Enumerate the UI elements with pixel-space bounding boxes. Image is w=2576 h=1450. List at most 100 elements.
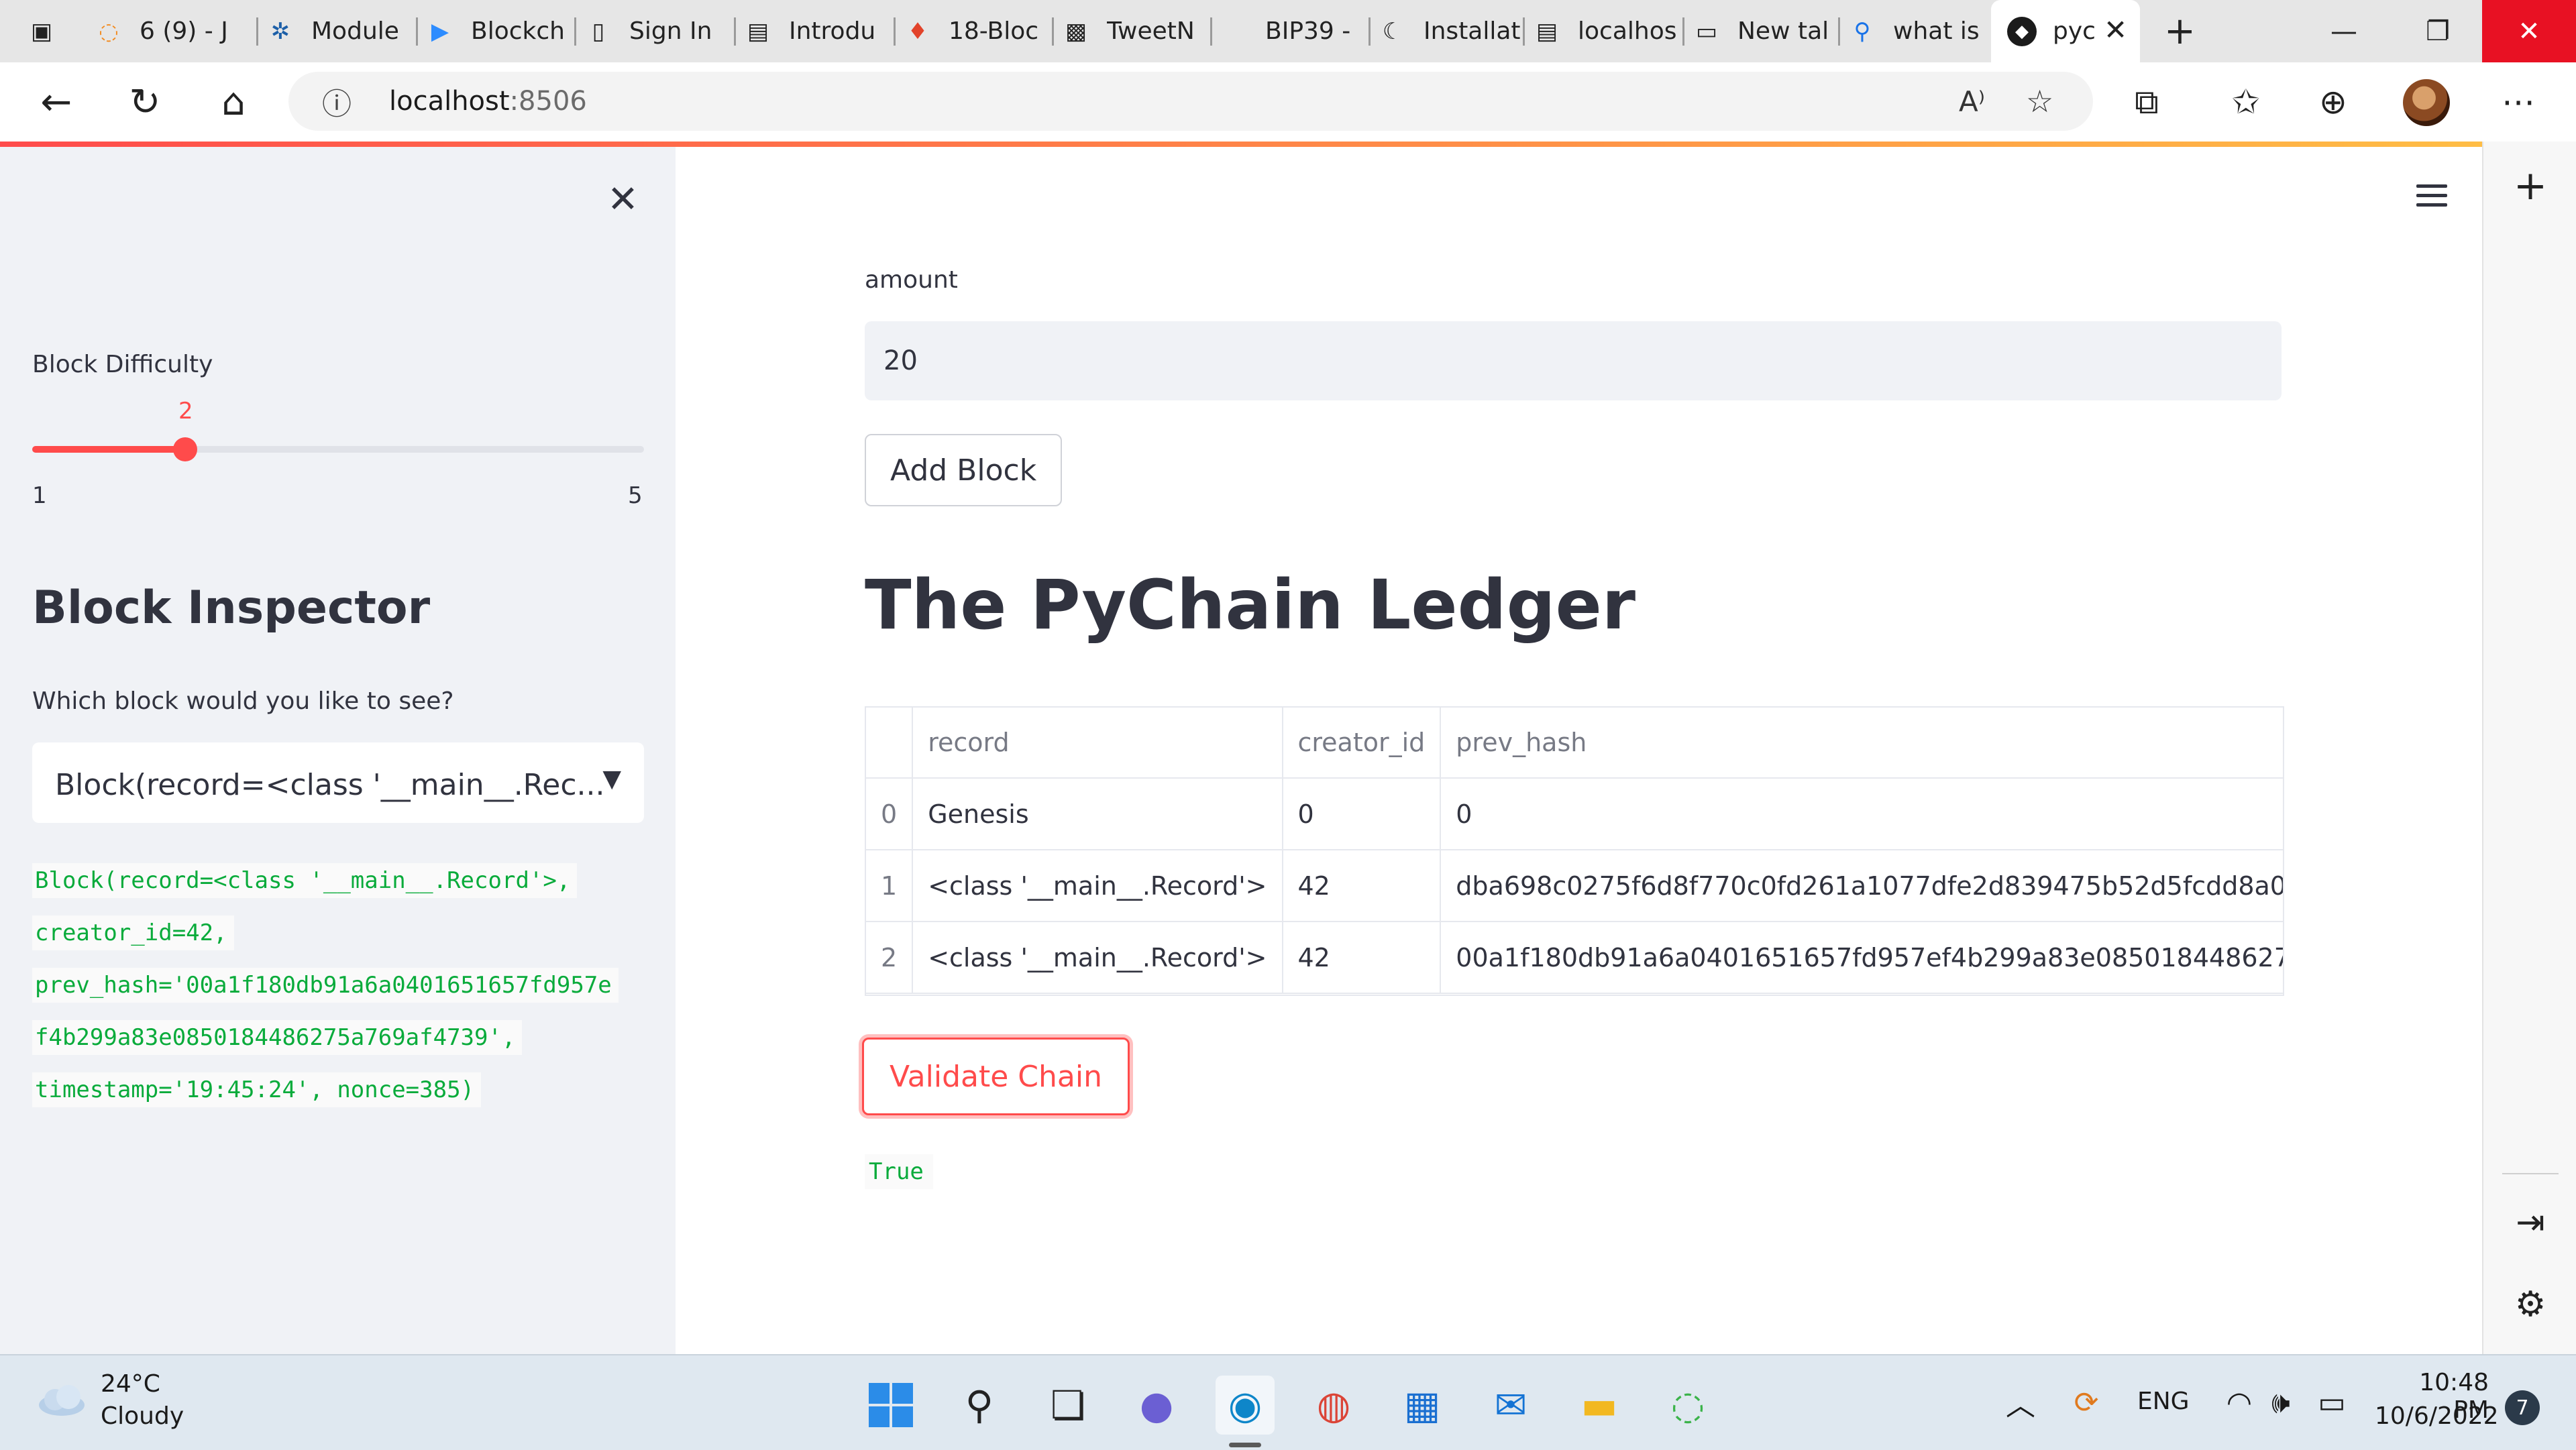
minimize-button[interactable]: — <box>2297 0 2391 62</box>
plus-icon: + <box>2164 9 2196 53</box>
app-taskbar-button[interactable]: ◌ <box>1658 1376 1717 1435</box>
add-block-button[interactable]: Add Block <box>865 434 1063 506</box>
mail-taskbar-button[interactable]: ✉ <box>1481 1376 1540 1435</box>
refresh-icon: ↻ <box>129 80 161 124</box>
new-tab-button[interactable]: + <box>2164 0 2204 62</box>
start-button[interactable] <box>861 1376 920 1435</box>
battery-tray-icon[interactable]: ▭ <box>2312 1382 2352 1423</box>
tab-actions-icon: ▣ <box>30 17 53 45</box>
collections-button[interactable]: ⊕ <box>2305 76 2361 128</box>
taskbar-search-button[interactable]: ⚲ <box>950 1376 1009 1435</box>
tab-separator <box>574 17 576 46</box>
column-header-creator-id[interactable]: creator_id <box>1282 708 1442 779</box>
close-sidebar-icon[interactable]: ✕ <box>607 178 639 221</box>
url-field[interactable]: ⓘ localhost:8506 A⁾ ☆ <box>288 72 2093 131</box>
tab-label: 6 (9) - J <box>140 17 228 45</box>
slider-min-label: 1 <box>32 482 47 509</box>
tab-active[interactable]: ◆ pyc ✕ <box>1991 0 2140 62</box>
slider-fill <box>32 446 185 453</box>
inspector-question: Which block would you like to see? <box>32 687 454 715</box>
back-button[interactable]: ← <box>28 76 85 128</box>
back-arrow-icon: ← <box>40 80 72 124</box>
cloud-icon <box>39 1385 85 1416</box>
restore-button[interactable]: ❐ <box>2391 0 2485 62</box>
slider-thumb[interactable] <box>173 437 197 461</box>
browser-tab[interactable]: ◌ 6 (9) - J <box>94 0 248 62</box>
show-hidden-icons-button[interactable]: ︿ <box>2000 1382 2041 1423</box>
browser-tab[interactable]: ▭ New tal <box>1692 0 1843 62</box>
volume-tray-icon[interactable]: 🕪 <box>2261 1382 2301 1423</box>
home-icon: ⌂ <box>221 80 246 124</box>
sync-tray-icon[interactable]: ⟳ <box>2066 1382 2106 1423</box>
amount-input[interactable] <box>865 321 2282 400</box>
sidebar-settings-button[interactable]: ⚙ <box>2501 1278 2560 1331</box>
slider-value: 2 <box>178 398 193 425</box>
block-detail-line: creator_id=42, <box>32 915 234 950</box>
row-index: 1 <box>866 850 914 922</box>
refresh-button[interactable]: ↻ <box>117 76 173 128</box>
browser-tab[interactable]: BIP39 - <box>1220 0 1375 62</box>
edge-taskbar-button[interactable]: ◉ <box>1216 1376 1275 1435</box>
browser-tab[interactable]: ▤ localhos <box>1532 0 1688 62</box>
browser-tab[interactable]: ♦ 18-Bloc <box>903 0 1059 62</box>
extensions-button[interactable]: ⧉ <box>2118 76 2175 128</box>
browser-tab[interactable]: ☾ Installat <box>1378 0 1528 62</box>
column-header-prev-hash[interactable]: prev_hash <box>1440 708 2283 779</box>
moon-icon: ☾ <box>1382 17 1403 45</box>
browser-tab[interactable]: ✲ Module <box>266 0 421 62</box>
browser-tab[interactable]: ⚲ what is <box>1847 0 1988 62</box>
ledger-table[interactable]: record creator_id prev_hash 0 Genesis 0 … <box>865 706 2284 996</box>
close-window-button[interactable]: ✕ <box>2482 0 2576 62</box>
weather-temperature[interactable]: 24°C <box>101 1370 160 1398</box>
browser-tab[interactable]: ▶ Blockch <box>425 0 581 62</box>
block-select[interactable]: Block(record=<class '__main__.Rec... ▼ <box>32 742 644 823</box>
block-detail: Block(record=<class '__main__.Record'>, … <box>32 863 663 1125</box>
plus-icon: + <box>2513 162 2548 209</box>
teams-chat-button[interactable]: ● <box>1127 1376 1186 1435</box>
amount-label: amount <box>865 266 958 294</box>
store-taskbar-button[interactable]: ▦ <box>1393 1376 1452 1435</box>
menu-icon[interactable] <box>2416 184 2447 209</box>
read-aloud-icon[interactable]: A⁾ <box>1959 85 1985 118</box>
url-host: localhost <box>389 86 510 117</box>
loading-icon: ◌ <box>99 17 119 45</box>
tab-label: Installat <box>1424 17 1521 45</box>
clock-date[interactable]: 10/6/2022 <box>2375 1402 2499 1430</box>
wifi-tray-icon[interactable]: ◠ <box>2219 1382 2259 1423</box>
weather-condition[interactable]: Cloudy <box>101 1402 184 1430</box>
favorites-button[interactable]: ✩ <box>2218 76 2274 128</box>
chrome-taskbar-button[interactable]: ◍ <box>1304 1376 1363 1435</box>
browser-tab[interactable]: ▤ Introdu <box>743 0 899 62</box>
cell-record: <class '__main__.Record'> <box>912 922 1283 994</box>
language-indicator[interactable]: ENG <box>2137 1388 2190 1415</box>
slider-max-label: 5 <box>628 482 643 509</box>
column-header-record[interactable]: record <box>912 708 1283 779</box>
blank-icon <box>1220 17 1249 46</box>
add-sidebar-app-button[interactable]: + <box>2501 159 2560 213</box>
hide-sidebar-button[interactable]: ⇥ <box>2501 1196 2560 1249</box>
favorite-add-icon[interactable]: ☆ <box>2026 83 2053 119</box>
row-index: 2 <box>866 922 914 994</box>
close-tab-icon[interactable]: ✕ <box>2104 13 2127 46</box>
explorer-taskbar-button[interactable]: ▬ <box>1570 1376 1629 1435</box>
home-button[interactable]: ⌂ <box>205 76 262 128</box>
mail-icon: ✉ <box>1494 1382 1527 1428</box>
cell-prev-hash: 0 <box>1440 778 2283 850</box>
notification-badge[interactable]: 7 <box>2505 1390 2540 1425</box>
more-icon: ⋯ <box>2502 82 2535 121</box>
task-view-button[interactable]: ❏ <box>1038 1376 1097 1435</box>
gitlab-icon: ♦ <box>907 17 928 45</box>
active-app-indicator <box>1229 1443 1261 1447</box>
cell-creator-id: 0 <box>1282 778 1442 850</box>
info-icon[interactable]: ⓘ <box>322 80 352 123</box>
block-detail-line: f4b299a83e0850184486275a769af4739', <box>32 1020 523 1055</box>
tab-actions-button[interactable]: ▣ <box>27 0 67 62</box>
wifi-icon: ◠ <box>2226 1385 2253 1420</box>
avatar[interactable] <box>2403 79 2450 126</box>
browser-tab[interactable]: ▯ Sign In <box>584 0 739 62</box>
chevron-up-icon: ︿ <box>2006 1388 2035 1423</box>
browser-tab[interactable]: ▩ TweetN <box>1061 0 1217 62</box>
difficulty-slider[interactable] <box>32 437 644 461</box>
validate-chain-button[interactable]: Validate Chain <box>862 1038 1130 1115</box>
settings-more-button[interactable]: ⋯ <box>2490 76 2546 128</box>
